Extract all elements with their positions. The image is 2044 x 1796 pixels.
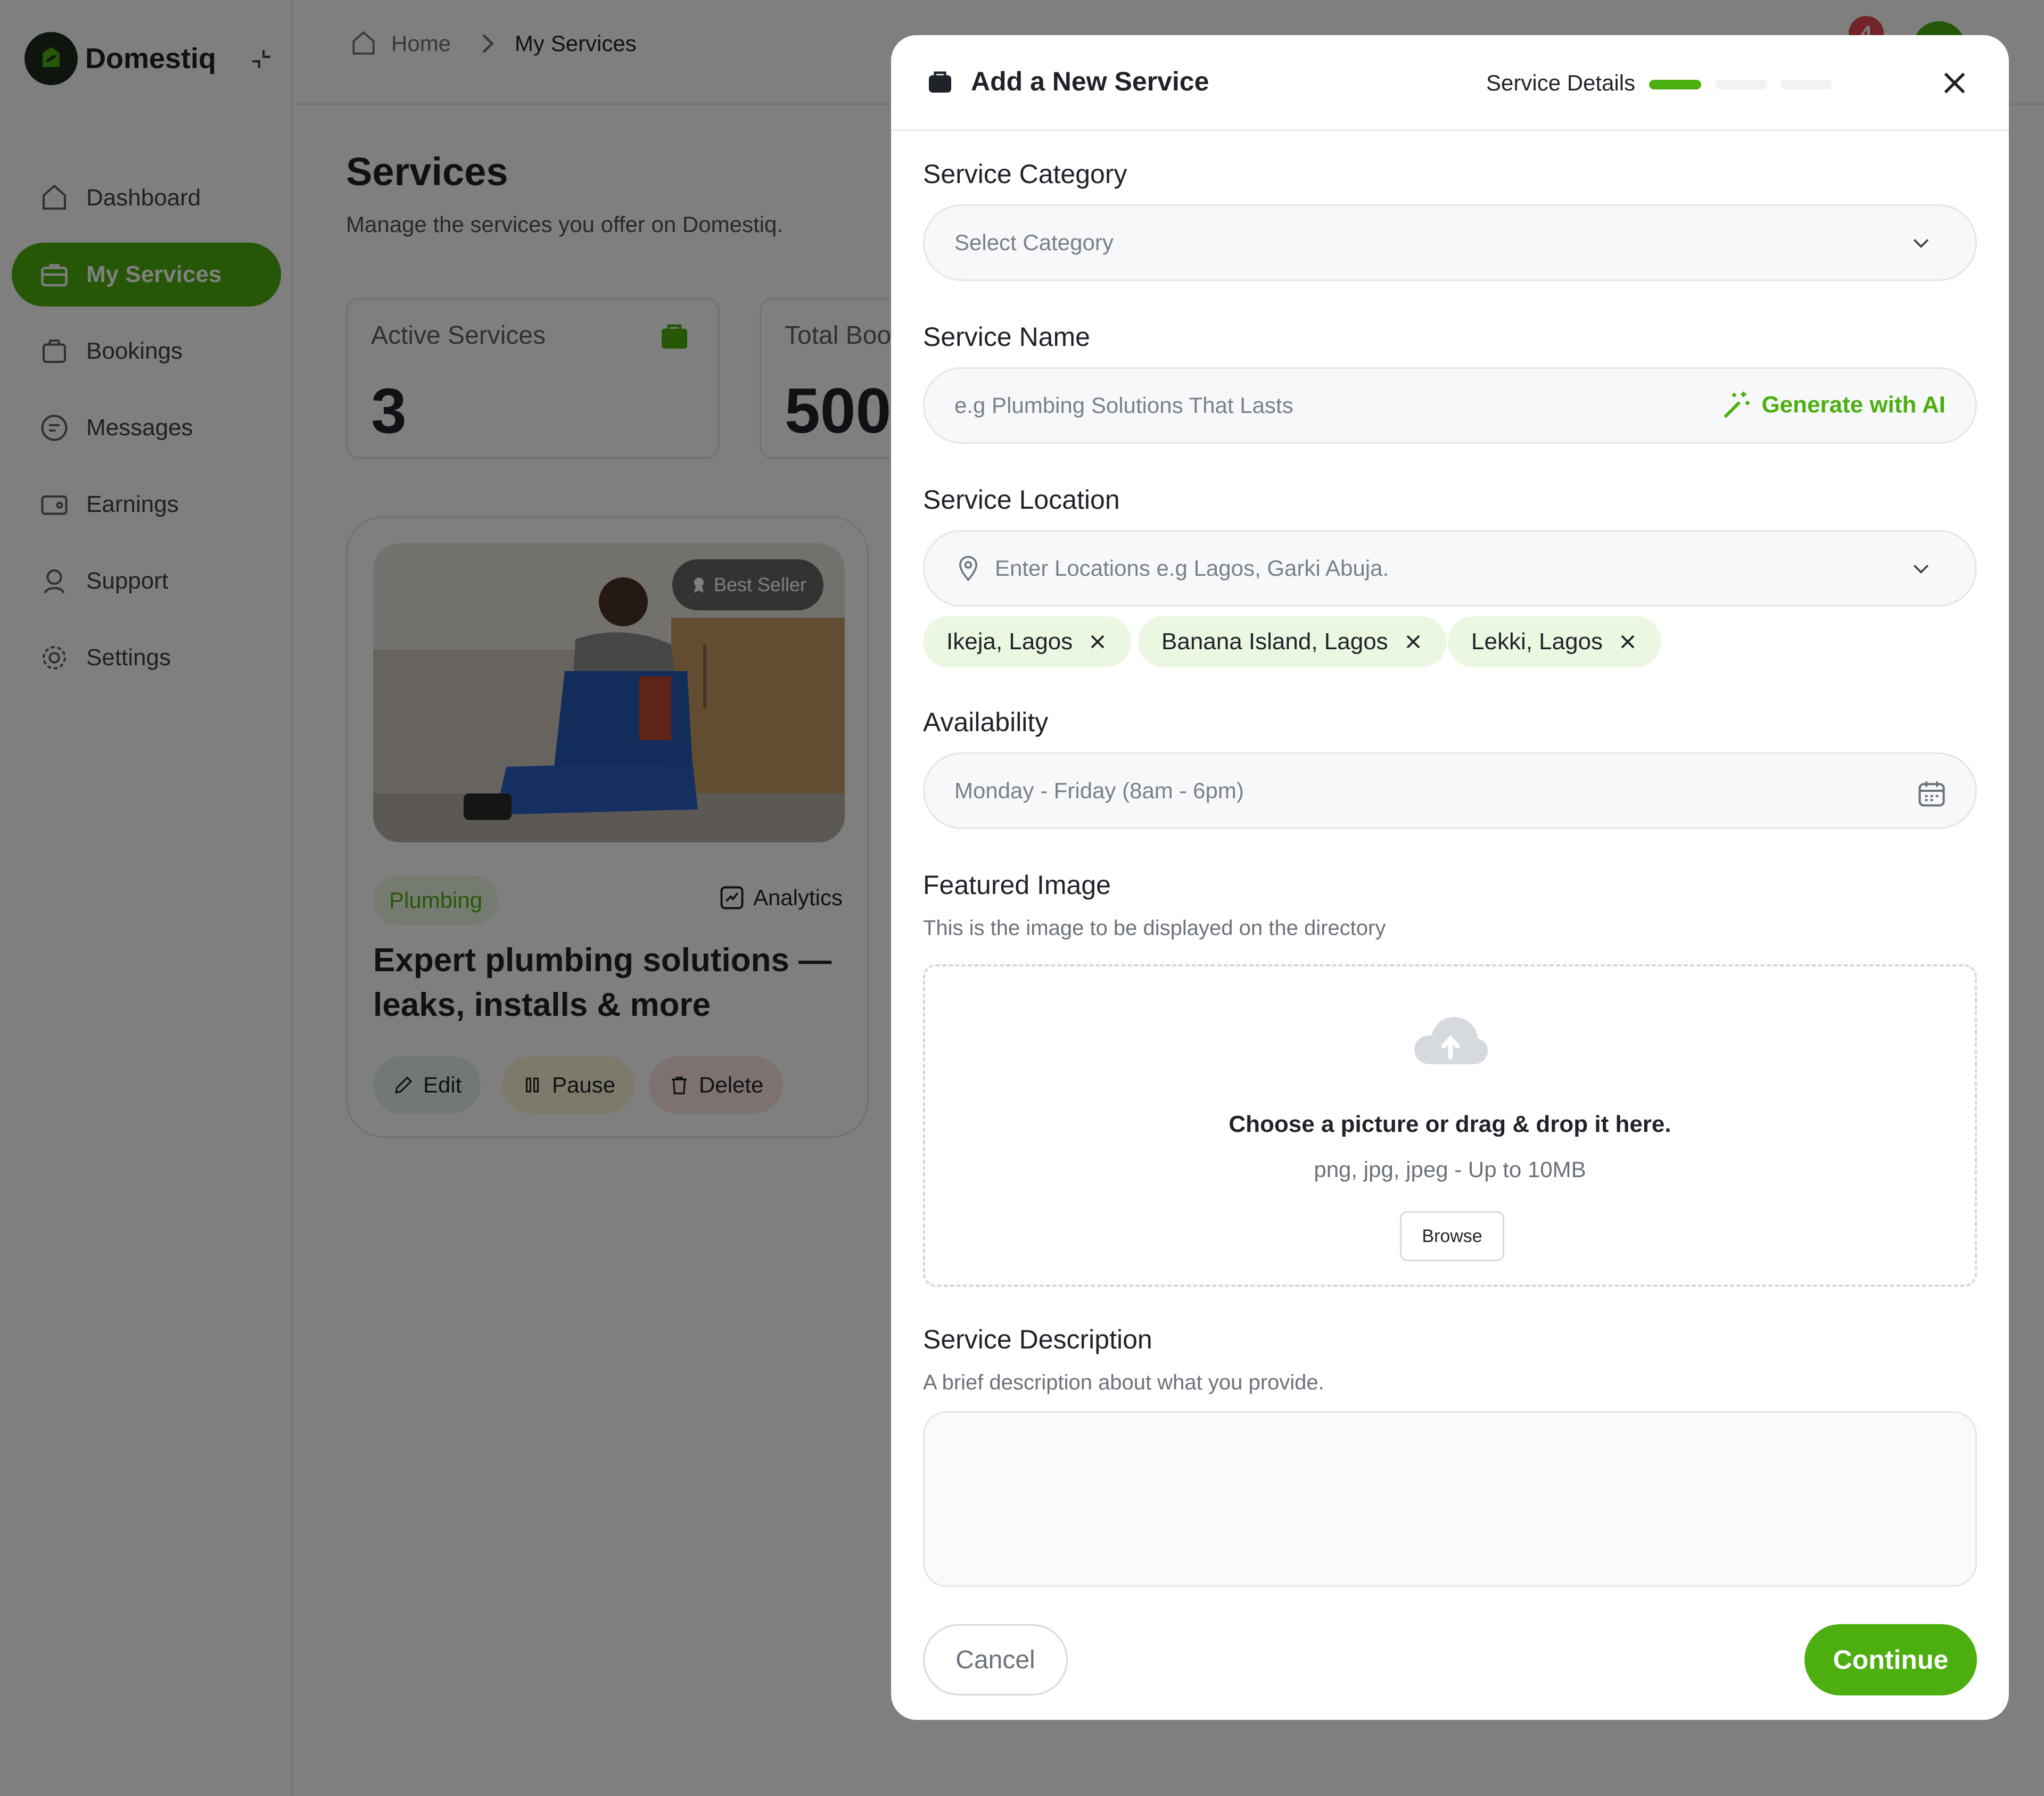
- description-label: Service Description: [923, 1325, 1152, 1354]
- location-chip-label: Ikeja, Lagos: [946, 628, 1073, 655]
- category-label: Service Category: [923, 159, 1127, 189]
- step-indicator-3: [1780, 80, 1832, 89]
- availability-input[interactable]: Monday - Friday (8am - 6pm): [923, 752, 1977, 829]
- location-chip: Banana Island, Lagos: [1138, 616, 1447, 667]
- modal-title-text: Add a New Service: [971, 67, 1209, 96]
- description-help: A brief description about what you provi…: [923, 1371, 1324, 1394]
- dropzone-title: Choose a picture or drag & drop it here.: [1229, 1111, 1671, 1137]
- location-chip-label: Banana Island, Lagos: [1161, 628, 1388, 655]
- location-placeholder: Enter Locations e.g Lagos, Garki Abuja.: [995, 556, 1389, 581]
- step-indicator-2: [1715, 80, 1767, 89]
- app-root: Domestiq Dashboard My Services Bookings …: [0, 0, 2044, 1796]
- chevron-down-icon: [1913, 239, 1929, 248]
- calendar-icon[interactable]: [1916, 777, 1948, 809]
- remove-chip-icon[interactable]: [1087, 632, 1108, 652]
- continue-button[interactable]: Continue: [1804, 1624, 1977, 1695]
- location-chip: Lekki, Lagos: [1448, 616, 1662, 667]
- step-label: Service Details: [1486, 70, 1636, 95]
- service-name-label: Service Name: [923, 322, 1090, 352]
- cancel-button[interactable]: Cancel: [923, 1624, 1068, 1695]
- close-icon[interactable]: [1939, 67, 1971, 99]
- location-input[interactable]: Enter Locations e.g Lagos, Garki Abuja.: [923, 530, 1977, 607]
- featured-image-help: This is the image to be displayed on the…: [923, 916, 1386, 940]
- bag-icon: [929, 71, 951, 93]
- location-chip-label: Lekki, Lagos: [1471, 628, 1603, 655]
- browse-button[interactable]: Browse: [1400, 1211, 1504, 1261]
- service-name-placeholder: e.g Plumbing Solutions That Lasts: [954, 393, 1293, 418]
- generate-with-ai-label: Generate with AI: [1761, 392, 1946, 418]
- location-label: Service Location: [923, 485, 1120, 515]
- add-service-modal: Add a New Service Service Details Servic…: [891, 35, 2009, 1720]
- dropzone-subtitle: png, jpg, jpeg - Up to 10MB: [1314, 1157, 1586, 1182]
- image-dropzone[interactable]: Choose a picture or drag & drop it here.…: [923, 964, 1977, 1287]
- step-indicator-1: [1649, 80, 1701, 89]
- generate-with-ai-button[interactable]: Generate with AI: [1721, 389, 1946, 421]
- magic-wand-icon: [1724, 392, 1750, 418]
- availability-label: Availability: [923, 707, 1049, 737]
- category-placeholder: Select Category: [954, 230, 1114, 255]
- availability-value: Monday - Friday (8am - 6pm): [954, 778, 1244, 803]
- remove-chip-icon[interactable]: [1618, 632, 1638, 652]
- location-chip: Ikeja, Lagos: [923, 616, 1132, 667]
- service-name-input[interactable]: e.g Plumbing Solutions That Lasts Genera…: [923, 367, 1977, 444]
- featured-image-label: Featured Image: [923, 870, 1111, 900]
- modal-header: Add a New Service Service Details: [891, 35, 2009, 131]
- remove-chip-icon[interactable]: [1403, 632, 1423, 652]
- location-pin-icon: [959, 556, 977, 582]
- description-textarea[interactable]: [923, 1411, 1977, 1587]
- chevron-down-icon: [1913, 565, 1929, 574]
- modal-title: Add a New Service: [925, 66, 1209, 97]
- category-select[interactable]: Select Category: [923, 204, 1977, 281]
- cloud-upload-icon: [1414, 1017, 1488, 1064]
